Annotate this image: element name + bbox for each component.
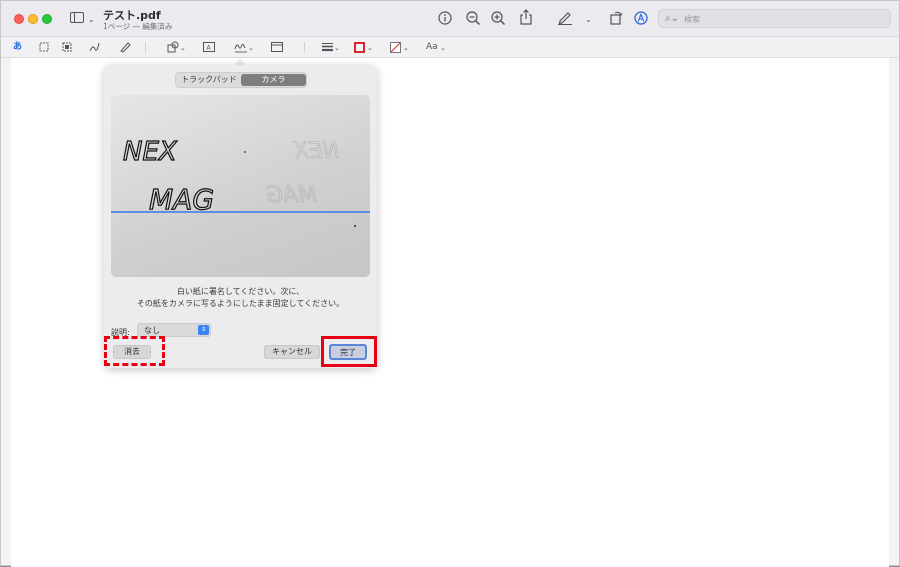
svg-text:MAG: MAG (266, 183, 317, 208)
chevron-down-icon[interactable]: ⌄ (403, 42, 409, 54)
minimize-window-button[interactable] (28, 14, 38, 24)
close-window-button[interactable] (14, 14, 24, 24)
search-icon: ⌕⌄ (665, 13, 679, 24)
text-style-icon[interactable]: Aa (426, 41, 438, 53)
search-field[interactable]: ⌕⌄ 検索 (658, 9, 891, 28)
instant-alpha-icon[interactable] (62, 42, 72, 52)
chevron-down-icon[interactable]: ⌄ (585, 13, 592, 27)
markup-pen-icon[interactable] (557, 10, 573, 25)
highlight-done-solid (321, 336, 377, 367)
instruction-text: 白い紙に署名してください。次に、 その紙をカメラに写るようにしたまま固定してくだ… (104, 286, 377, 310)
instruction-line-1: 白い紙に署名してください。次に、 (176, 287, 305, 296)
chevron-down-icon[interactable]: ⌄ (367, 42, 373, 54)
signature-image: NEX MAG NEX MAG (122, 136, 356, 227)
chevron-down-icon[interactable]: ⌄ (88, 13, 95, 27)
info-icon[interactable] (438, 11, 452, 25)
document-subtitle: 1ページ — 編集済み (103, 22, 173, 31)
rect-selection-icon[interactable] (39, 42, 49, 52)
toolbar-divider (145, 42, 146, 53)
fill-color-icon[interactable] (390, 42, 401, 53)
chevron-down-icon[interactable]: ⌄ (440, 42, 446, 54)
sketch-icon[interactable] (89, 41, 100, 53)
shapes-icon[interactable] (167, 41, 179, 53)
camera-preview: NEX MAG NEX MAG (111, 95, 370, 277)
svg-text:A: A (207, 45, 212, 52)
zoom-out-icon[interactable] (466, 11, 481, 26)
paper-dot (244, 151, 246, 153)
fullscreen-window-button[interactable] (42, 14, 52, 24)
chevron-down-icon[interactable]: ⌄ (334, 42, 340, 54)
instruction-line-2: その紙をカメラに写るようにしたまま固定してください。 (136, 299, 345, 308)
text-selection-icon[interactable]: あ (13, 41, 22, 53)
signature-popover: トラックパッド カメラ NEX MAG NEX MAG 白い紙に署名してください… (104, 65, 377, 368)
annotate-icon[interactable] (634, 11, 648, 25)
signature-source-tabs: トラックパッド カメラ (175, 72, 307, 88)
title-bar: ⌄ テスト.pdf 1ページ — 編集済み ⌄ ⌕⌄ 検索 (1, 1, 899, 37)
tab-trackpad[interactable]: トラックパッド (178, 74, 240, 86)
description-value: なし (144, 326, 160, 335)
description-select[interactable]: なし ⇕ (137, 323, 211, 337)
search-placeholder: 検索 (684, 15, 700, 24)
chevron-down-icon[interactable]: ⌄ (180, 42, 186, 54)
draw-icon[interactable] (120, 41, 131, 53)
page-layout-icon[interactable] (271, 42, 283, 52)
text-box-icon[interactable]: A (203, 42, 215, 52)
line-style-icon[interactable] (322, 42, 333, 52)
paper-dot (354, 225, 356, 227)
chevron-updown-icon: ⇕ (198, 325, 209, 335)
chevron-down-icon[interactable]: ⌄ (248, 42, 254, 54)
highlight-clear-dashed (104, 336, 165, 366)
share-icon[interactable] (519, 9, 533, 25)
sidebar-icon[interactable] (70, 12, 84, 23)
border-color-icon[interactable] (354, 42, 365, 53)
cancel-button[interactable]: キャンセル (264, 345, 320, 359)
tab-camera[interactable]: カメラ (241, 74, 306, 86)
markup-toolbar: あ ⌄ A ⌄ ⌄ ⌄ ⌄ Aa ⌄ (1, 37, 899, 58)
mirrored-text: NEX MAG (266, 139, 340, 209)
preview-window: ⌄ テスト.pdf 1ページ — 編集済み ⌄ ⌕⌄ 検索 あ ⌄ A ⌄ ⌄ … (0, 0, 900, 567)
signature-icon[interactable] (234, 40, 248, 54)
signature-line-1: NEX (123, 137, 178, 167)
svg-text:NEX: NEX (293, 139, 339, 164)
signature-guide-line (111, 211, 370, 213)
zoom-in-icon[interactable] (491, 11, 506, 26)
rotate-icon[interactable] (609, 10, 623, 25)
toolbar-divider (304, 42, 305, 53)
